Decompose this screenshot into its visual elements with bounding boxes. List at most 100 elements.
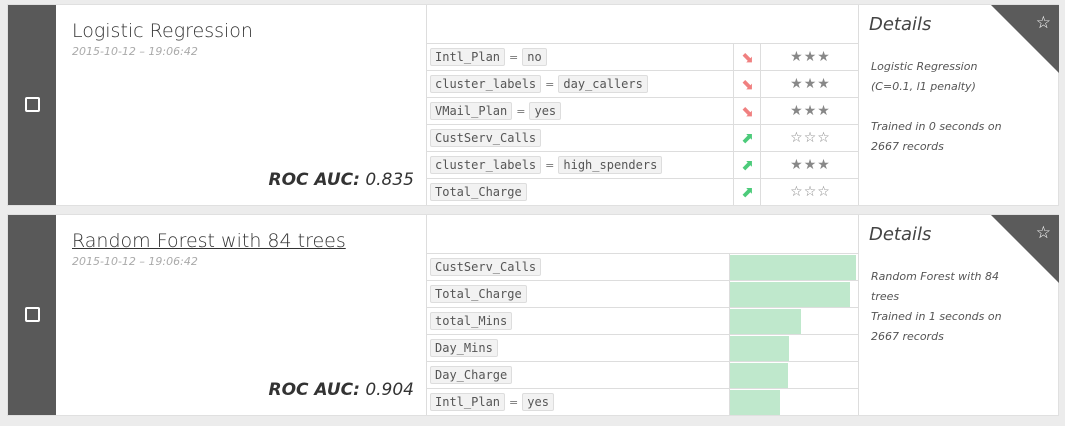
feature-expression: Day_Charge bbox=[430, 365, 513, 385]
feature-expression: cluster_labels = day_callers bbox=[430, 74, 648, 94]
importance-cell bbox=[729, 281, 860, 307]
model-card-random-forest: Random Forest with 84 trees 2015-10-12 –… bbox=[8, 215, 1059, 415]
details-panel: Details Random Forest with 84 trees Trai… bbox=[858, 215, 1059, 415]
model-summary: Random Forest with 84 trees 2015-10-12 –… bbox=[56, 215, 426, 415]
feature-name: Total_Charge bbox=[430, 285, 527, 303]
star-outline-icon[interactable]: ☆ bbox=[1036, 223, 1051, 243]
feature-row: Total_Charge ⬈ ☆☆☆ bbox=[427, 178, 859, 205]
feature-name: Intl_Plan bbox=[430, 48, 506, 66]
feature-name: cluster_labels bbox=[430, 75, 542, 93]
metric-value: 0.835 bbox=[365, 170, 414, 190]
arrow-up-right-icon: ⬈ bbox=[733, 125, 760, 151]
feature-row: Intl_Plan = yes bbox=[427, 388, 859, 415]
equals-sign: = bbox=[509, 50, 519, 64]
feature-name: Intl_Plan bbox=[430, 393, 506, 411]
metric-label: ROC AUC: bbox=[268, 170, 360, 190]
significance-stars: ☆☆☆ bbox=[760, 179, 860, 205]
significance-stars: ★★★ bbox=[760, 71, 860, 97]
feature-importance-table: CustServ_Calls Total_Charge total_Mins Day_… bbox=[426, 215, 859, 415]
feature-expression: cluster_labels = high_spenders bbox=[430, 155, 663, 175]
feature-row: cluster_labels = day_callers ⬊ ★★★ bbox=[427, 70, 859, 97]
significance-stars: ★★★ bbox=[760, 98, 860, 124]
feature-value: day_callers bbox=[558, 75, 648, 93]
feature-name: cluster_labels bbox=[430, 156, 542, 174]
metric-label: ROC AUC: bbox=[268, 380, 360, 400]
details-title: Details bbox=[869, 14, 932, 35]
model-metric: ROC AUC: 0.904 bbox=[269, 380, 415, 400]
checkbox-icon[interactable] bbox=[25, 97, 40, 112]
feature-rows: CustServ_Calls Total_Charge total_Mins Day_… bbox=[427, 253, 859, 415]
importance-bar bbox=[730, 336, 790, 361]
model-timestamp: 2015-10-12 – 19:06:42 bbox=[72, 255, 198, 268]
feature-row: Total_Charge bbox=[427, 280, 859, 307]
feature-row: VMail_Plan = yes ⬊ ★★★ bbox=[427, 97, 859, 124]
feature-row: total_Mins bbox=[427, 307, 859, 334]
feature-row: CustServ_Calls ⬈ ☆☆☆ bbox=[427, 124, 859, 151]
feature-name: VMail_Plan bbox=[430, 102, 513, 120]
model-title: Logistic Regression bbox=[72, 20, 253, 42]
arrow-down-right-icon: ⬊ bbox=[733, 71, 760, 97]
arrow-up-right-icon: ⬈ bbox=[733, 152, 760, 178]
feature-expression: total_Mins bbox=[430, 311, 513, 331]
importance-cell bbox=[729, 335, 860, 361]
importance-bar bbox=[730, 255, 856, 280]
feature-expression: Intl_Plan = yes bbox=[430, 392, 554, 412]
importance-bar bbox=[730, 390, 781, 415]
feature-row: cluster_labels = high_spenders ⬈ ★★★ bbox=[427, 151, 859, 178]
equals-sign: = bbox=[516, 104, 526, 118]
feature-name: CustServ_Calls bbox=[430, 129, 542, 147]
model-timestamp: 2015-10-12 – 19:06:42 bbox=[72, 45, 198, 58]
significance-stars: ☆☆☆ bbox=[760, 125, 860, 151]
model-select-sidebar[interactable] bbox=[8, 5, 56, 205]
feature-expression: CustServ_Calls bbox=[430, 257, 542, 277]
importance-cell bbox=[729, 254, 860, 280]
significance-stars: ★★★ bbox=[760, 44, 860, 70]
model-metric: ROC AUC: 0.835 bbox=[269, 170, 415, 190]
model-title-link[interactable]: Random Forest with 84 trees bbox=[72, 230, 346, 252]
importance-bar bbox=[730, 282, 850, 307]
details-title: Details bbox=[869, 224, 932, 245]
feature-table: Intl_Plan = no ⬊ ★★★ cluster_labels = day_calle… bbox=[426, 5, 859, 205]
importance-bar bbox=[730, 309, 801, 334]
feature-name: total_Mins bbox=[430, 312, 513, 330]
equals-sign: = bbox=[545, 77, 555, 91]
star-outline-icon[interactable]: ☆ bbox=[1036, 13, 1051, 33]
feature-value: no bbox=[522, 48, 547, 66]
model-card-logistic-regression: Logistic Regression 2015-10-12 – 19:06:4… bbox=[8, 5, 1059, 205]
model-summary: Logistic Regression 2015-10-12 – 19:06:4… bbox=[56, 5, 426, 205]
arrow-up-right-icon: ⬈ bbox=[733, 179, 760, 205]
importance-bar bbox=[730, 363, 788, 388]
feature-expression: Intl_Plan = no bbox=[430, 47, 547, 67]
feature-value: yes bbox=[529, 102, 562, 120]
checkbox-icon[interactable] bbox=[25, 307, 40, 322]
equals-sign: = bbox=[509, 395, 519, 409]
feature-expression: Total_Charge bbox=[430, 284, 527, 304]
equals-sign: = bbox=[545, 158, 555, 172]
metric-value: 0.904 bbox=[365, 380, 414, 400]
feature-name: Day_Mins bbox=[430, 339, 498, 357]
feature-row: Intl_Plan = no ⬊ ★★★ bbox=[427, 43, 859, 70]
details-panel: Details Logistic Regression (C=0.1, l1 p… bbox=[858, 5, 1059, 205]
feature-name: CustServ_Calls bbox=[430, 258, 542, 276]
importance-cell bbox=[729, 308, 860, 334]
feature-expression: Day_Mins bbox=[430, 338, 498, 358]
feature-value: yes bbox=[522, 393, 554, 411]
feature-expression: VMail_Plan = yes bbox=[430, 101, 562, 121]
details-trained: Trained in 0 seconds on 2667 records bbox=[871, 120, 1002, 153]
feature-name: Total_Charge bbox=[430, 183, 527, 201]
feature-row: Day_Charge bbox=[427, 361, 859, 388]
feature-rows: Intl_Plan = no ⬊ ★★★ cluster_labels = day_calle… bbox=[427, 43, 859, 205]
arrow-down-right-icon: ⬊ bbox=[733, 98, 760, 124]
feature-name: Day_Charge bbox=[430, 366, 513, 384]
importance-cell bbox=[729, 362, 860, 388]
feature-row: CustServ_Calls bbox=[427, 253, 859, 280]
significance-stars: ★★★ bbox=[760, 152, 860, 178]
feature-expression: Total_Charge bbox=[430, 182, 527, 202]
feature-row: Day_Mins bbox=[427, 334, 859, 361]
feature-expression: CustServ_Calls bbox=[430, 128, 542, 148]
details-trained: Trained in 1 seconds on 2667 records bbox=[871, 310, 1002, 343]
importance-cell bbox=[729, 389, 860, 415]
feature-value: high_spenders bbox=[558, 156, 663, 174]
arrow-down-right-icon: ⬊ bbox=[733, 44, 760, 70]
model-select-sidebar[interactable] bbox=[8, 215, 56, 415]
